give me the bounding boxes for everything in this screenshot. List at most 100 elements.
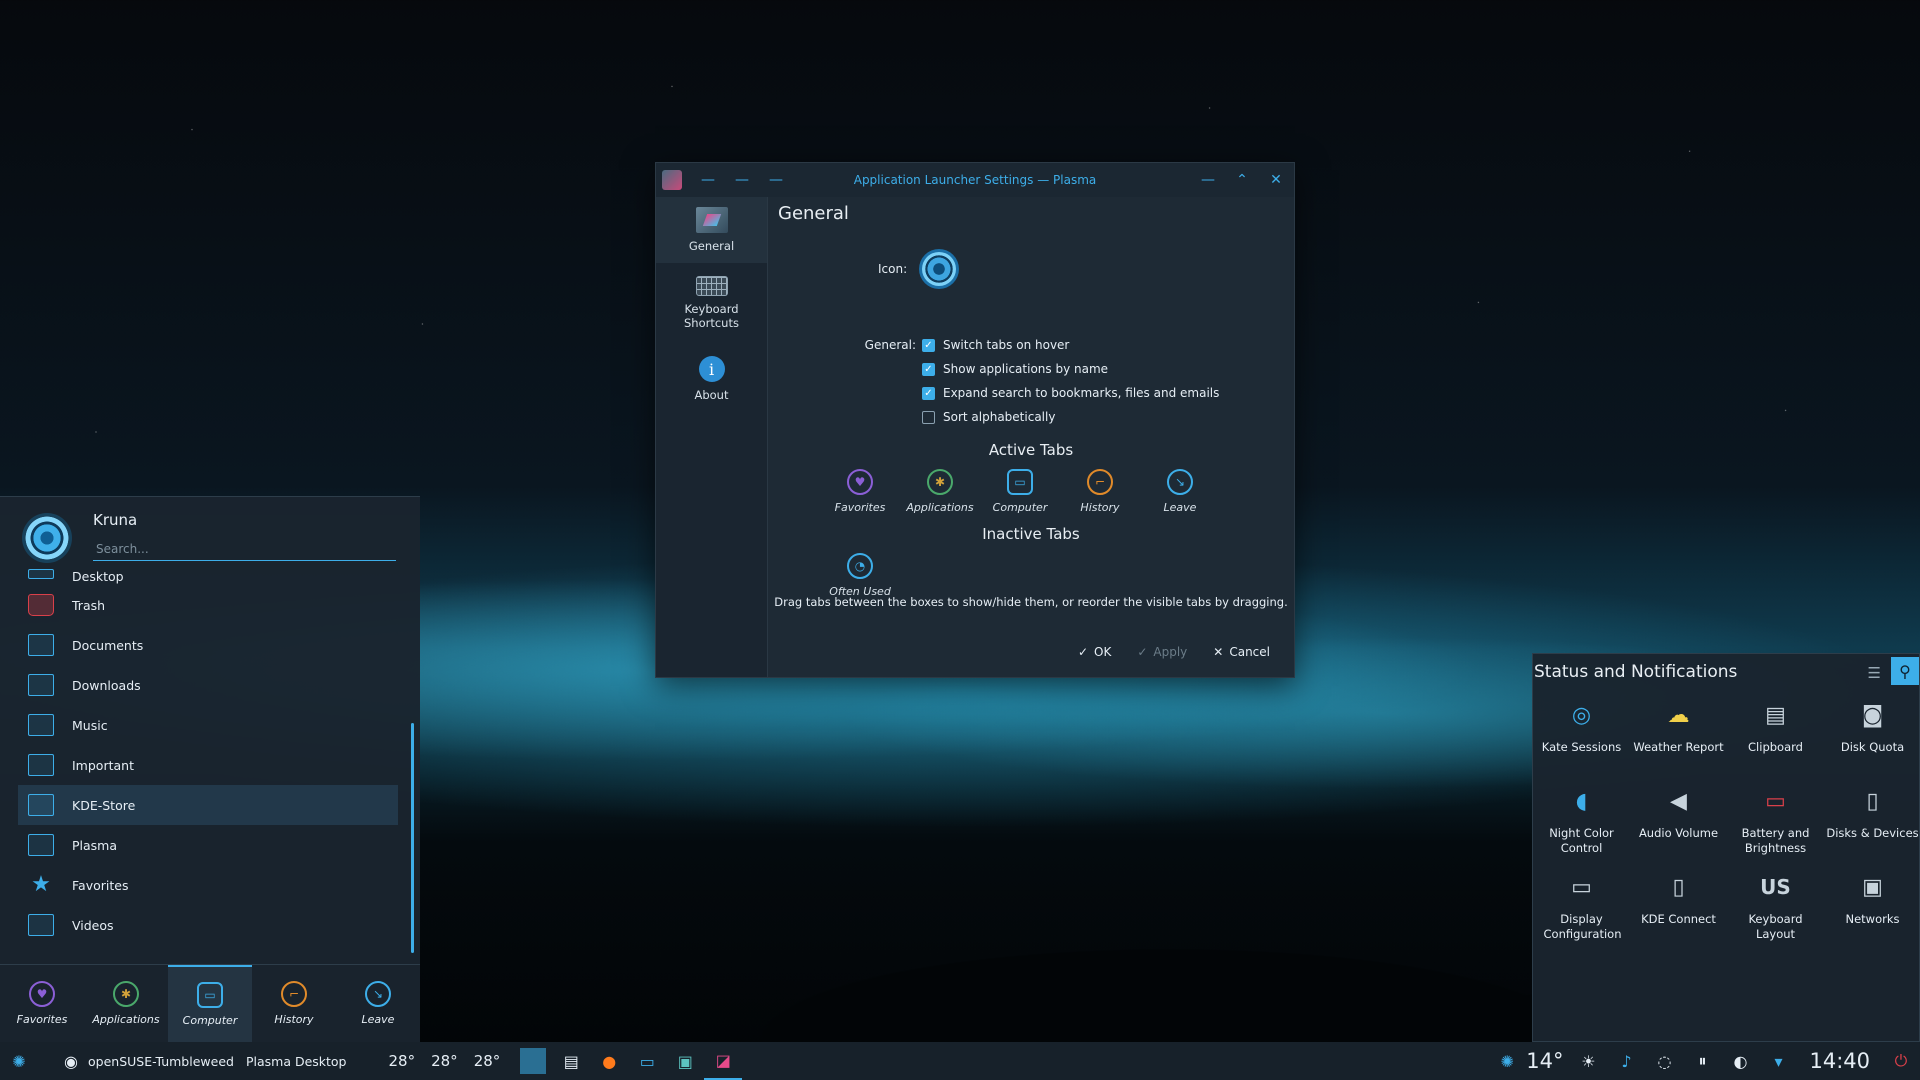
power-icon: ⏻ bbox=[1894, 1051, 1908, 1070]
task-dolphin[interactable]: ▭ bbox=[628, 1042, 666, 1080]
clock[interactable]: 14:40 bbox=[1809, 1049, 1870, 1073]
tray-item-networks[interactable]: ▣ Networks bbox=[1824, 866, 1920, 952]
pin-icon[interactable]: ⚲ bbox=[1891, 657, 1919, 685]
active-tab-computer[interactable]: ▭ Computer bbox=[980, 469, 1060, 514]
active-tab-leave[interactable]: ↘ Leave bbox=[1140, 469, 1220, 514]
task-launcher-settings[interactable]: ◪ bbox=[704, 1042, 743, 1080]
list-item[interactable]: KDE-Store bbox=[18, 785, 398, 825]
drag-hint: Drag tabs between the boxes to show/hide… bbox=[774, 595, 1288, 609]
monitor-icon: ▭ bbox=[1571, 874, 1592, 900]
desktop-label[interactable]: Plasma Desktop bbox=[240, 1042, 353, 1080]
list-item[interactable]: Important bbox=[18, 745, 398, 785]
tray-expand[interactable]: ▾ bbox=[1759, 1042, 1797, 1080]
firefox-icon: ● bbox=[602, 1051, 617, 1071]
sidebar-item-label: Keyboard Shortcuts bbox=[684, 302, 739, 330]
list-item[interactable]: Downloads bbox=[18, 665, 398, 705]
tray-item-battery[interactable]: ▭ Battery and Brightness bbox=[1727, 780, 1824, 866]
search-input[interactable] bbox=[93, 537, 396, 561]
desktop-folder-icon bbox=[28, 569, 54, 579]
heart-icon: ♥ bbox=[29, 981, 55, 1007]
settings-sidebar: General Keyboard Shortcuts i About bbox=[656, 197, 768, 677]
tray-weather[interactable]: ✺ 14° bbox=[1488, 1042, 1569, 1080]
computer-icon: ▭ bbox=[1007, 469, 1033, 495]
option-show-apps-by-name[interactable]: ✓ Show applications by name bbox=[858, 357, 1219, 381]
app-icon[interactable] bbox=[662, 170, 682, 190]
task-dolphin-settings[interactable]: ▤ bbox=[552, 1042, 590, 1080]
checkbox[interactable]: ✓ bbox=[922, 338, 935, 352]
list-item[interactable]: Music bbox=[18, 705, 398, 745]
tray-item-audio-volume[interactable]: ◀ Audio Volume bbox=[1630, 780, 1727, 866]
configure-icon[interactable]: ☰ bbox=[1868, 664, 1881, 682]
tray-item-night-color[interactable]: ◖ Night Color Control bbox=[1533, 780, 1630, 866]
sidebar-item-about[interactable]: i About bbox=[656, 343, 767, 415]
tray-item-disk-quota[interactable]: ◙ Disk Quota bbox=[1824, 694, 1920, 780]
page-title: General bbox=[778, 203, 849, 224]
tray-item-kate-sessions[interactable]: ◎ Kate Sessions bbox=[1533, 694, 1630, 780]
maximize-icon[interactable]: ⌃ bbox=[1230, 168, 1254, 192]
history-icon: ⌐ bbox=[1087, 469, 1113, 495]
checkbox[interactable]: ✓ bbox=[922, 386, 935, 400]
tray-item-disks-devices[interactable]: ▯ Disks & Devices bbox=[1824, 780, 1920, 866]
cancel-button[interactable]: ✕ Cancel bbox=[1203, 639, 1280, 665]
status-notifications-popup: Status and Notifications ☰ ⚲ ◎ Kate Sessi… bbox=[1532, 653, 1920, 1042]
tab-history[interactable]: ⌐ History bbox=[252, 965, 336, 1042]
active-tab-applications[interactable]: ✱ Applications bbox=[900, 469, 980, 514]
leave-button[interactable]: ⏻ bbox=[1882, 1042, 1920, 1080]
tray-item-clipboard[interactable]: ▤ Clipboard bbox=[1727, 694, 1824, 780]
active-tab-favorites[interactable]: ♥ Favorites bbox=[820, 469, 900, 514]
list-item[interactable]: Desktop bbox=[18, 569, 398, 585]
app-launcher-button[interactable]: ✺ bbox=[0, 1042, 38, 1080]
launcher-tabs: ♥ Favorites ✱ Applications ▭ Computer ⌐ … bbox=[0, 964, 420, 1042]
tray-media[interactable]: ⏸ bbox=[1683, 1042, 1721, 1080]
list-item[interactable]: ★ Favorites bbox=[18, 865, 398, 905]
apply-button[interactable]: ✓ Apply bbox=[1127, 639, 1197, 665]
launcher-icon-button[interactable] bbox=[919, 249, 960, 289]
option-switch-tabs-on-hover[interactable]: General: ✓ Switch tabs on hover bbox=[858, 333, 1219, 357]
minimize-icon[interactable]: — bbox=[1196, 168, 1220, 192]
places-list: Desktop Trash Documents Downloads Music … bbox=[18, 569, 398, 957]
weather-icon: ☁ bbox=[1667, 702, 1690, 728]
inactive-tab-often-used[interactable]: ◔ Often Used bbox=[820, 553, 900, 598]
tab-leave[interactable]: ↘ Leave bbox=[336, 965, 420, 1042]
checkbox[interactable]: ✓ bbox=[922, 362, 935, 376]
list-item[interactable]: Videos bbox=[18, 905, 398, 945]
sidebar-item-keyboard-shortcuts[interactable]: Keyboard Shortcuts bbox=[656, 263, 767, 343]
kde-store-folder-icon bbox=[28, 794, 54, 816]
close-icon[interactable]: ✕ bbox=[1264, 168, 1288, 192]
window-menu-button[interactable]: — bbox=[696, 168, 720, 192]
active-tabs-title: Active Tabs bbox=[988, 441, 1074, 459]
list-item[interactable]: Trash bbox=[18, 585, 398, 625]
option-expand-search[interactable]: ✓ Expand search to bookmarks, files and … bbox=[858, 381, 1219, 405]
usb-drive-icon: ▯ bbox=[1866, 788, 1879, 814]
night-color-icon: ◖ bbox=[1575, 788, 1588, 814]
tray-item-keyboard-layout[interactable]: US Keyboard Layout bbox=[1727, 866, 1824, 952]
titlebar: — — — Application Launcher Settings — Pl… bbox=[656, 163, 1294, 197]
tab-applications[interactable]: ✱ Applications bbox=[84, 965, 168, 1042]
tray-notifications[interactable]: ♪ bbox=[1607, 1042, 1645, 1080]
night-color-icon: ◐ bbox=[1733, 1051, 1748, 1071]
list-item[interactable]: Documents bbox=[18, 625, 398, 665]
temperature-monitors[interactable]: 28° 28° 28° bbox=[375, 1042, 515, 1080]
avatar[interactable] bbox=[22, 513, 72, 563]
active-tab-history[interactable]: ⌐ History bbox=[1060, 469, 1140, 514]
tab-computer[interactable]: ▭ Computer bbox=[168, 965, 252, 1042]
tray-item-display-config[interactable]: ▭ Display Configuration bbox=[1533, 866, 1630, 952]
tray-brightness[interactable]: ☀ bbox=[1569, 1042, 1607, 1080]
keep-below-button[interactable]: — bbox=[764, 168, 788, 192]
task-screenshot[interactable]: ▣ bbox=[666, 1042, 704, 1080]
ok-button[interactable]: ✓ OK bbox=[1068, 639, 1121, 665]
task-firefox[interactable]: ● bbox=[590, 1042, 628, 1080]
checkbox[interactable] bbox=[922, 410, 935, 424]
scrollbar[interactable] bbox=[411, 723, 414, 953]
list-item[interactable]: Plasma bbox=[18, 825, 398, 865]
tray-night-color[interactable]: ◐ bbox=[1721, 1042, 1759, 1080]
distro-label[interactable]: ◉ openSUSE-Tumbleweed bbox=[52, 1042, 240, 1080]
sidebar-item-general[interactable]: General bbox=[656, 197, 767, 263]
option-sort-alphabetically[interactable]: Sort alphabetically bbox=[858, 405, 1219, 429]
tray-item-weather[interactable]: ☁ Weather Report bbox=[1630, 694, 1727, 780]
tray-updates[interactable]: ◌ bbox=[1645, 1042, 1683, 1080]
tray-item-kde-connect[interactable]: ▯ KDE Connect bbox=[1630, 866, 1727, 952]
tab-favorites[interactable]: ♥ Favorites bbox=[0, 965, 84, 1042]
keep-above-button[interactable]: — bbox=[730, 168, 754, 192]
pager[interactable] bbox=[514, 1042, 552, 1080]
